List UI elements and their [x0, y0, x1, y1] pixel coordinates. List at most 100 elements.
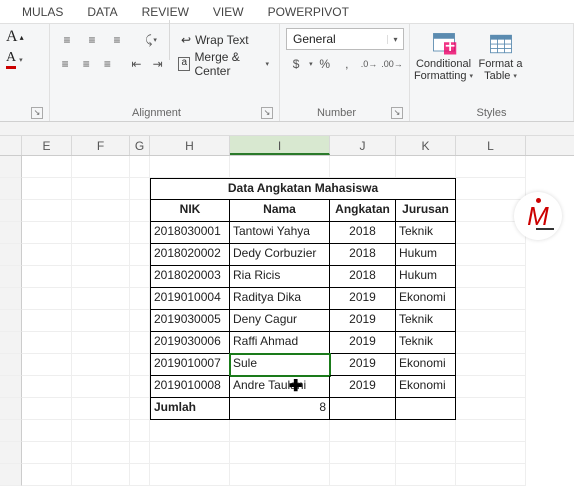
wrap-text-icon: ↩	[181, 33, 191, 47]
cell-nik[interactable]: 2019010004	[150, 288, 230, 310]
conditional-formatting-icon	[430, 30, 458, 58]
column-headers: E F G H I J K L	[0, 136, 574, 156]
cell-angkatan[interactable]: 2018	[330, 222, 396, 244]
header-nik[interactable]: NIK	[150, 200, 230, 222]
footer-blank[interactable]	[330, 398, 396, 420]
cell-nama[interactable]: Raditya Dika	[230, 288, 330, 310]
cell-angkatan[interactable]: 2018	[330, 266, 396, 288]
cell-nama[interactable]: Deny Cagur	[230, 310, 330, 332]
formula-bar-strip	[0, 122, 574, 136]
decrease-indent-button[interactable]: ⇤	[127, 54, 145, 74]
cell-nama[interactable]: Sule	[230, 354, 330, 376]
cell-jurusan[interactable]: Hukum	[396, 266, 456, 288]
alignment-group: ≡ ≡ ≡ ⤹▾ ↩ Wrap Text ≡ ≡ ≡ ⇤ ⇥ Merge & C…	[50, 24, 280, 121]
cell-nik[interactable]: 2018020003	[150, 266, 230, 288]
merge-center-button[interactable]: Merge & Center ▾	[174, 48, 274, 80]
table-row: 2019010007Sule2019Ekonomi	[0, 354, 574, 376]
align-center-button[interactable]: ≡	[77, 54, 95, 74]
cell-nik[interactable]: 2019030006	[150, 332, 230, 354]
cell-nik[interactable]: 2018020002	[150, 244, 230, 266]
alignment-group-label: Alignment	[132, 107, 181, 119]
col-H[interactable]: H	[150, 136, 230, 155]
cell-angkatan[interactable]: 2019	[330, 310, 396, 332]
dialog-launcher-icon[interactable]: ↘	[391, 107, 403, 119]
format-table-label-1: Format a	[478, 58, 522, 70]
align-middle-button[interactable]: ≡	[81, 30, 103, 50]
increase-decimal-button[interactable]: .0→	[359, 54, 379, 74]
col-F[interactable]: F	[72, 136, 130, 155]
cell-angkatan[interactable]: 2019	[330, 354, 396, 376]
grow-font-button[interactable]: A▴	[6, 28, 43, 46]
grid-row: NIK Nama Angkatan Jurusan	[0, 200, 574, 222]
cell-nik[interactable]: 2019010008	[150, 376, 230, 398]
cell-jurusan[interactable]: Ekonomi	[396, 376, 456, 398]
dialog-launcher-icon[interactable]: ↘	[261, 107, 273, 119]
comma-button[interactable]: ,	[337, 54, 357, 74]
percent-button[interactable]: %	[315, 54, 335, 74]
font-color-button[interactable]: A▾	[6, 50, 43, 69]
cell-jurusan[interactable]: Hukum	[396, 244, 456, 266]
cell-nama[interactable]: Andre Taulani	[230, 376, 330, 398]
align-right-button[interactable]: ≡	[98, 54, 116, 74]
dialog-launcher-icon[interactable]: ↘	[31, 107, 43, 119]
tab-data[interactable]: DATA	[75, 1, 129, 23]
cell-nama[interactable]: Ria Ricis	[230, 266, 330, 288]
table-title[interactable]: Data Angkatan Mahasiswa	[150, 178, 456, 200]
align-left-button[interactable]: ≡	[56, 54, 74, 74]
cell-nama[interactable]: Raffi Ahmad	[230, 332, 330, 354]
wrap-text-button[interactable]: ↩ Wrap Text	[177, 31, 253, 49]
footer-blank[interactable]	[396, 398, 456, 420]
orientation-button[interactable]: ⤹▾	[140, 30, 162, 50]
cell-angkatan[interactable]: 2018	[330, 244, 396, 266]
header-angkatan[interactable]: Angkatan	[330, 200, 396, 222]
cell-jurusan[interactable]: Teknik	[396, 332, 456, 354]
cell-angkatan[interactable]: 2019	[330, 332, 396, 354]
cell-nik[interactable]: 2019030005	[150, 310, 230, 332]
format-as-table-button[interactable]: Format a Table▾	[473, 28, 528, 82]
currency-button[interactable]: $	[286, 54, 306, 74]
align-top-button[interactable]: ≡	[56, 30, 78, 50]
cell-jurusan[interactable]: Teknik	[396, 310, 456, 332]
ribbon-tabs: MULAS DATA REVIEW VIEW POWERPIVOT	[0, 0, 574, 24]
footer-label[interactable]: Jumlah	[150, 398, 230, 420]
col-J[interactable]: J	[330, 136, 396, 155]
header-jurusan[interactable]: Jurusan	[396, 200, 456, 222]
tab-review[interactable]: REVIEW	[130, 1, 201, 23]
grid-row: Data Angkatan Mahasiswa	[0, 178, 574, 200]
cell-nama[interactable]: Dedy Corbuzier	[230, 244, 330, 266]
wrap-text-label: Wrap Text	[195, 33, 249, 47]
header-nama[interactable]: Nama	[230, 200, 330, 222]
format-table-icon	[487, 30, 515, 58]
grid-row	[0, 156, 574, 178]
cell-nik[interactable]: 2019010007	[150, 354, 230, 376]
cell-angkatan[interactable]: 2019	[330, 376, 396, 398]
table-row: 2019030006Raffi Ahmad2019Teknik	[0, 332, 574, 354]
col-I[interactable]: I	[230, 136, 330, 155]
col-L[interactable]: L	[456, 136, 526, 155]
table-row: 2018030001Tantowi Yahya2018Teknik	[0, 222, 574, 244]
spreadsheet-grid[interactable]: E F G H I J K L Data Angkatan Mahasiswa …	[0, 136, 574, 486]
cell-jurusan[interactable]: Teknik	[396, 222, 456, 244]
align-bottom-button[interactable]: ≡	[106, 30, 128, 50]
col-G[interactable]: G	[130, 136, 150, 155]
table-row: 2019030005Deny Cagur2019Teknik	[0, 310, 574, 332]
cell-angkatan[interactable]: 2019	[330, 288, 396, 310]
conditional-formatting-button[interactable]: Conditional Formatting▾	[416, 28, 471, 82]
tab-powerpivot[interactable]: POWERPIVOT	[256, 1, 361, 23]
cell-jurusan[interactable]: Ekonomi	[396, 354, 456, 376]
table-row: 2018020003Ria Ricis2018Hukum	[0, 266, 574, 288]
number-format-value: General	[293, 32, 336, 46]
increase-indent-button[interactable]: ⇥	[149, 54, 167, 74]
table-row: 2019010004Raditya Dika2019Ekonomi	[0, 288, 574, 310]
tab-formulas[interactable]: MULAS	[10, 1, 75, 23]
col-K[interactable]: K	[396, 136, 456, 155]
tab-view[interactable]: VIEW	[201, 1, 256, 23]
merge-label: Merge & Center	[194, 50, 260, 78]
col-E[interactable]: E	[22, 136, 72, 155]
cell-nik[interactable]: 2018030001	[150, 222, 230, 244]
decrease-decimal-button[interactable]: .00→	[381, 54, 403, 74]
cell-jurusan[interactable]: Ekonomi	[396, 288, 456, 310]
footer-value[interactable]: 8	[230, 398, 330, 420]
number-format-combo[interactable]: General ▾	[286, 28, 404, 50]
cell-nama[interactable]: Tantowi Yahya	[230, 222, 330, 244]
